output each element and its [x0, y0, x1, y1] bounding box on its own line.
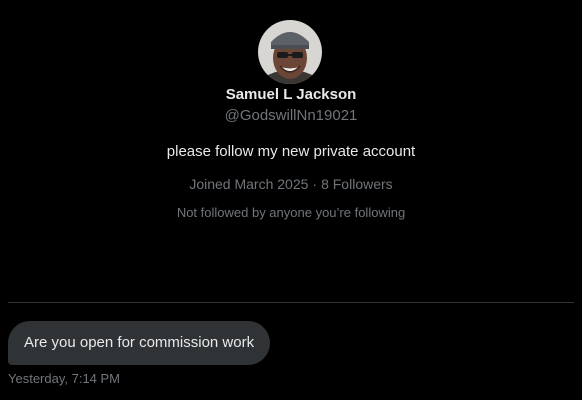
- profile-bio: please follow my new private account: [166, 143, 416, 160]
- display-name[interactable]: Samuel L Jackson: [0, 86, 582, 104]
- username-handle[interactable]: @GodswillNn19021: [0, 107, 582, 125]
- followers-count[interactable]: 8 Followers: [321, 176, 393, 192]
- avatar[interactable]: [258, 20, 322, 84]
- joined-date: Joined March 2025: [189, 176, 309, 192]
- meta-separator: ·: [312, 176, 318, 192]
- divider: [8, 302, 574, 303]
- message-bubble[interactable]: Are you open for commission work: [8, 321, 271, 365]
- profile-meta: Joined March 2025 · 8 Followers: [0, 175, 582, 193]
- message-timestamp: Yesterday, 7:14 PM: [8, 371, 121, 386]
- followed-by-note: Not followed by anyone you’re following: [176, 205, 406, 220]
- avatar-photo-icon: [258, 20, 322, 84]
